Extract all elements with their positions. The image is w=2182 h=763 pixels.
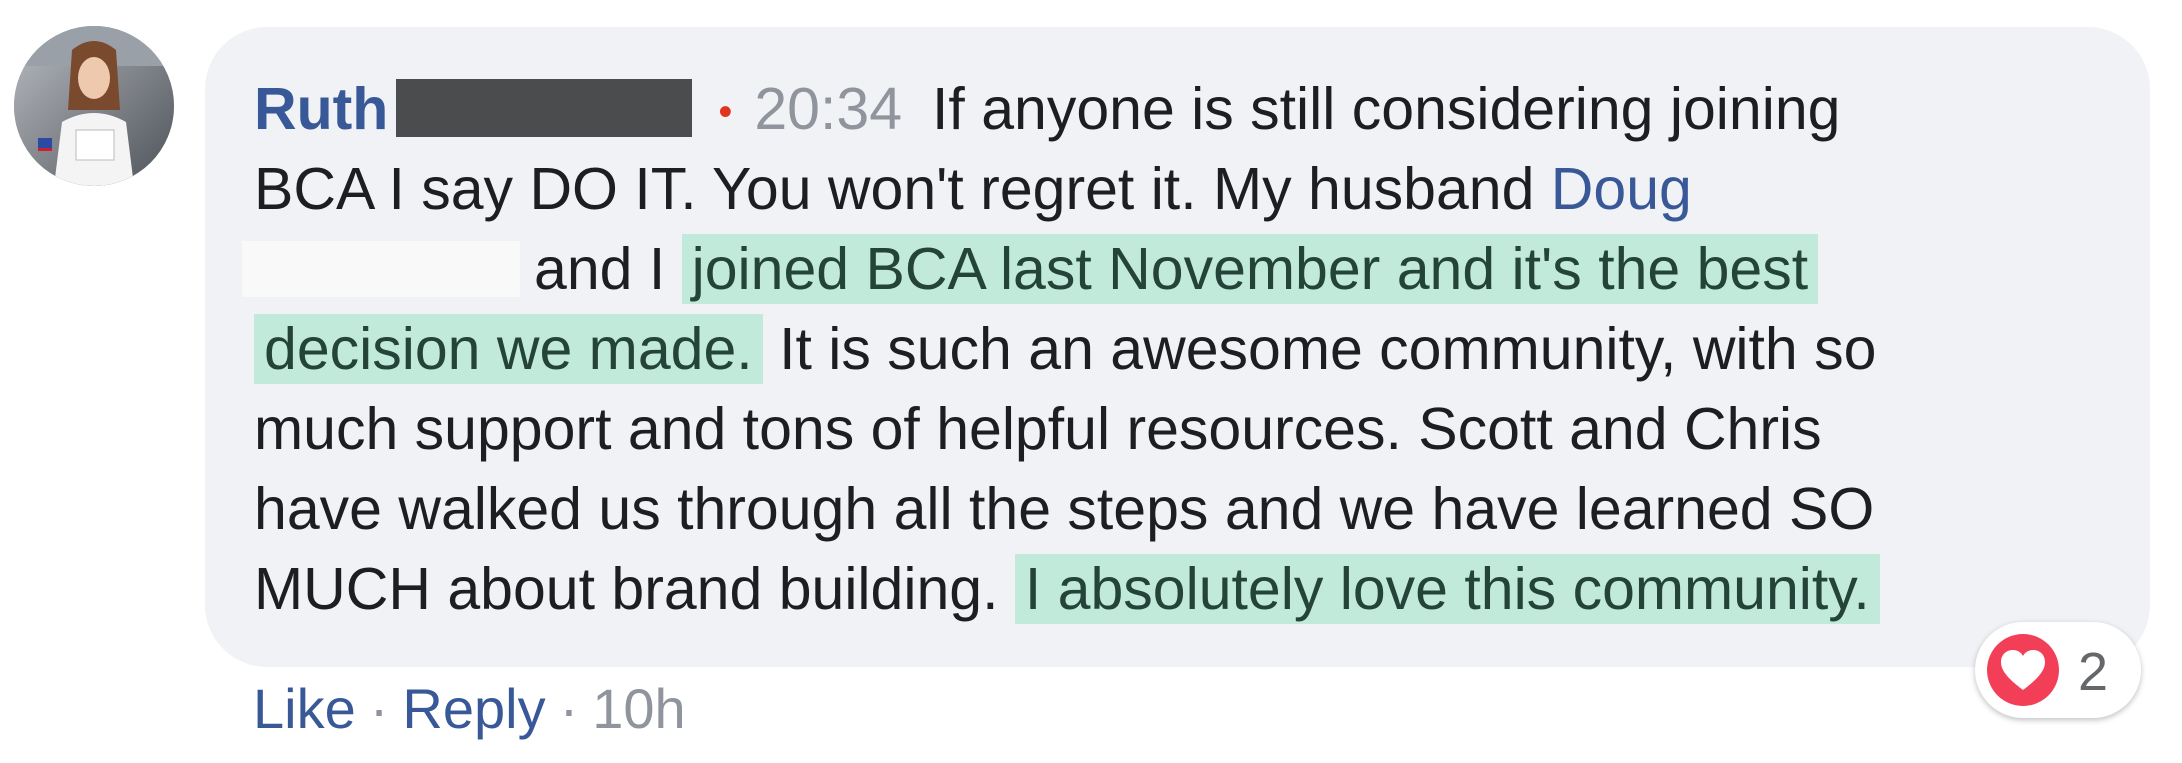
separator: · xyxy=(559,677,579,740)
redacted-surname xyxy=(396,79,693,137)
heart-icon xyxy=(1987,634,2059,706)
avatar-image xyxy=(14,26,174,186)
author-name[interactable]: Ruth xyxy=(254,76,388,142)
comment-line-5: much support and tons of helpful resourc… xyxy=(254,389,2134,469)
redacted-mention-surname xyxy=(242,241,520,297)
comment-line-2: BCA I say DO IT. You won't regret it. My… xyxy=(254,149,2134,229)
avatar[interactable] xyxy=(14,26,174,186)
highlight-2: I absolutely love this community. xyxy=(1014,554,1880,624)
separator: · xyxy=(369,677,389,740)
comment-line-6-text: have walked us through all the steps and… xyxy=(254,476,1875,542)
comment-line-4-text: It is such an awesome community, with so xyxy=(779,316,1877,382)
reply-button[interactable]: Reply xyxy=(402,677,545,740)
like-button[interactable]: Like xyxy=(253,677,356,740)
comment-line-2-text: BCA I say DO IT. You won't regret it. My… xyxy=(254,156,1551,222)
comment-line-5-text: much support and tons of helpful resourc… xyxy=(254,396,1822,462)
comment-line-1: Ruth • 20:34 If anyone is still considering… xyxy=(254,69,2134,149)
mention-link[interactable]: Doug xyxy=(1551,156,1692,222)
comment-line-1-text: If anyone is still considering joining xyxy=(932,76,1841,142)
comment-line-7: MUCH about brand building. I absolutely … xyxy=(254,549,2134,629)
online-dot: • xyxy=(718,90,733,134)
comment-actions: Like · Reply · 10h xyxy=(253,676,686,741)
reaction-badge[interactable]: 2 xyxy=(1975,622,2141,718)
highlight-1-part-2: decision we made. xyxy=(254,314,763,384)
comment-age[interactable]: 10h xyxy=(592,677,685,740)
comment-line-4: decision we made. It is such an awesome … xyxy=(254,309,2134,389)
comment-line-3: and I joined BCA last November and it's … xyxy=(242,229,2134,309)
comment-body: Ruth • 20:34 If anyone is still considering… xyxy=(242,69,2134,629)
reaction-count: 2 xyxy=(2078,642,2109,702)
comment-time[interactable]: 20:34 xyxy=(754,76,902,142)
highlight-1-part-1: joined BCA last November and it's the be… xyxy=(681,234,1819,304)
comment-line-7-text: MUCH about brand building. xyxy=(254,556,999,622)
comment-line-3-prefix: and I xyxy=(534,236,666,302)
comment-line-6: have walked us through all the steps and… xyxy=(254,469,2134,549)
